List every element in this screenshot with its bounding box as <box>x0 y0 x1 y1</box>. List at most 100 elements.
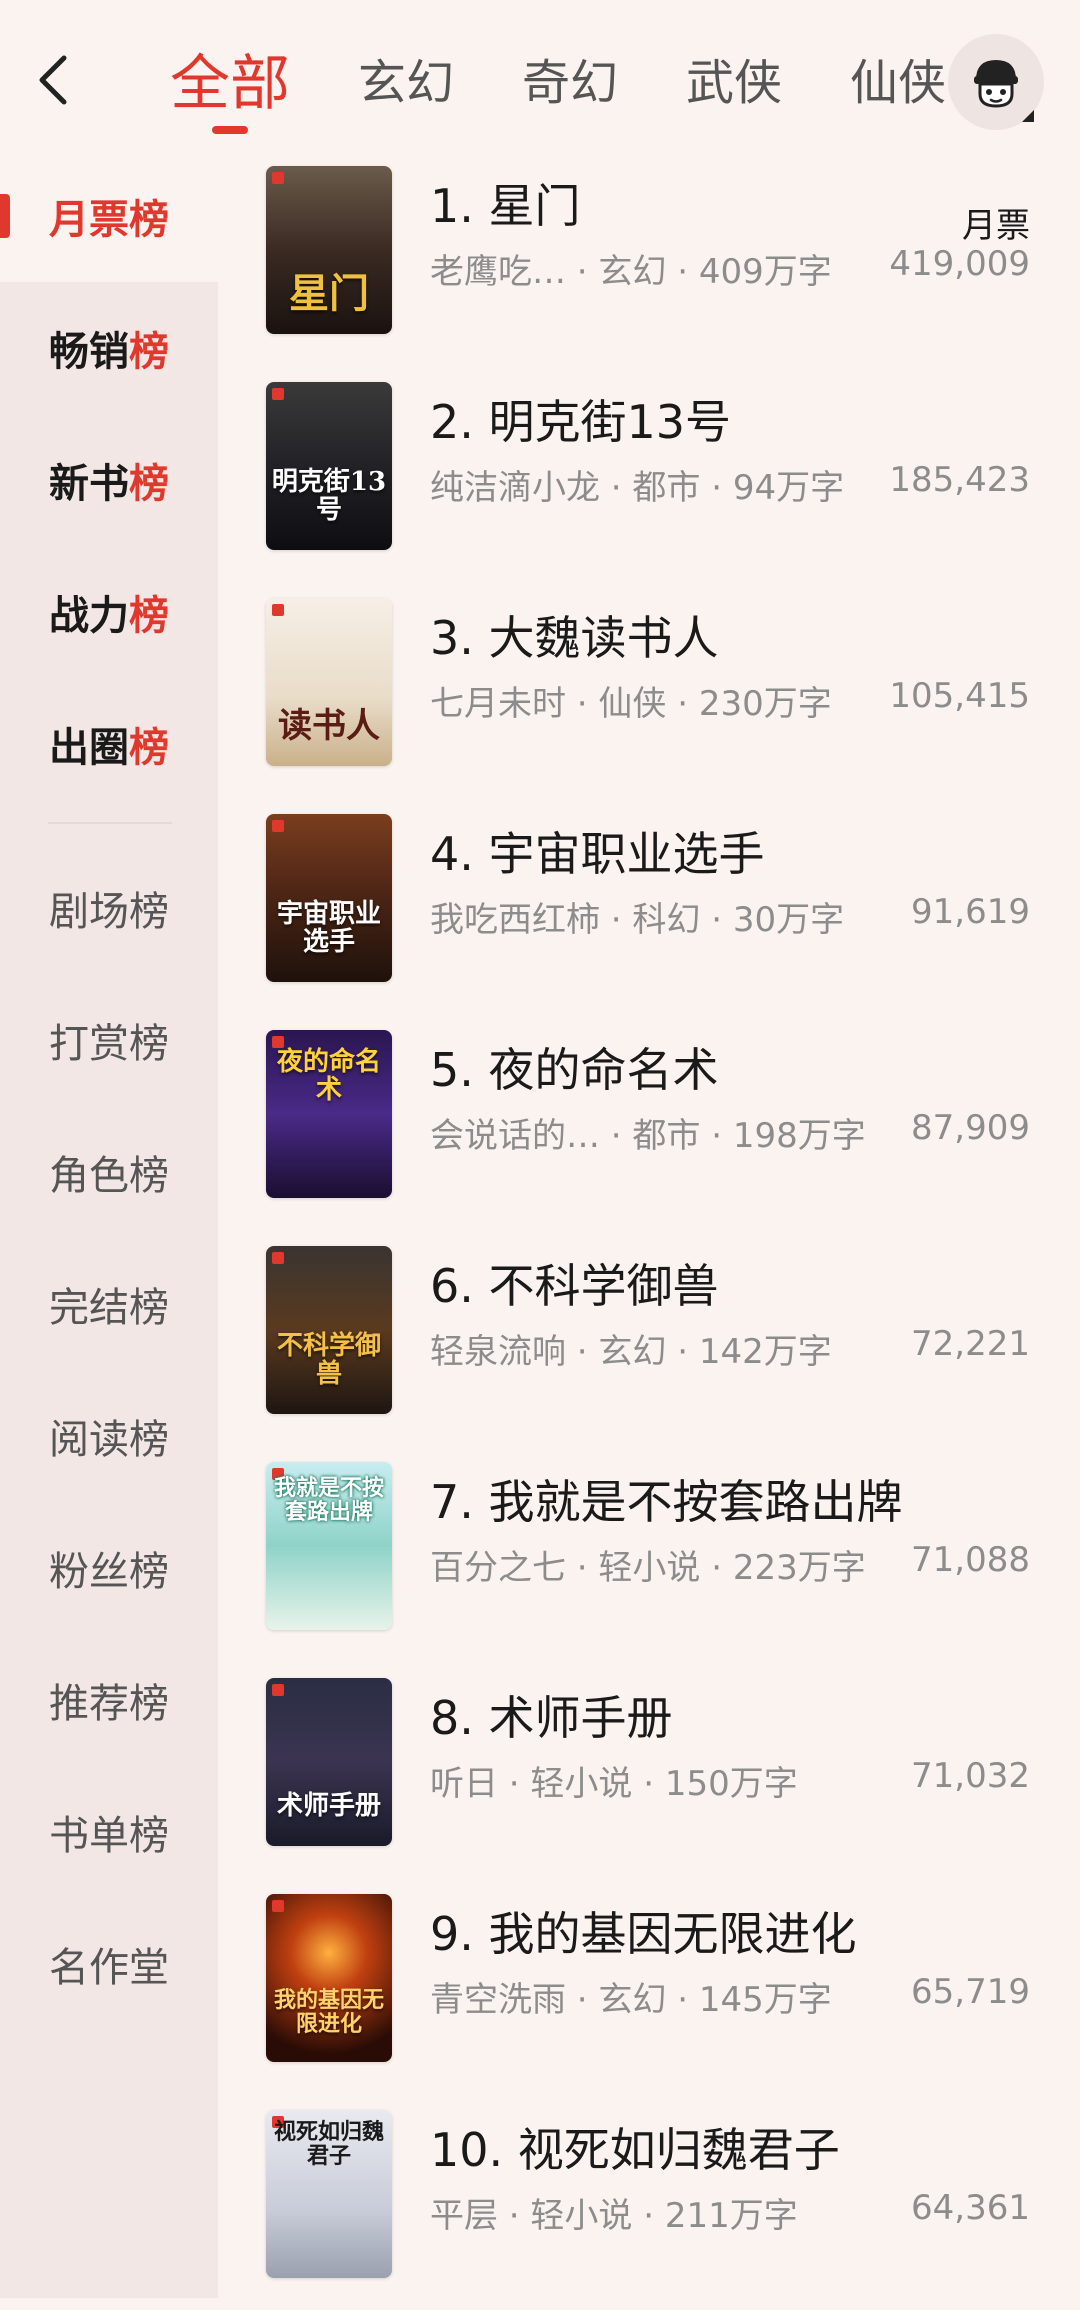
book-cover[interactable]: 术师手册 <box>266 1678 392 1846</box>
sidebar-item-label: 名作堂 <box>49 1945 169 1991</box>
book-row[interactable]: 宇宙职业选手 4. 宇宙职业选手 我吃西红柿 · 科幻 · 30万字 91,61… <box>218 798 1080 1014</box>
sidebar-item-suffix: 榜 <box>129 593 169 639</box>
ticket-count: 419,009 <box>889 244 1030 284</box>
book-title: 6. 不科学御兽 <box>430 1259 719 1313</box>
category-tabs: 全部 玄幻 奇幻 武侠 仙侠 <box>170 28 1014 128</box>
sidebar-item-label: 新书 <box>49 461 129 507</box>
book-cover[interactable]: 我就是不按套路出牌 <box>266 1462 392 1630</box>
cover-title: 我就是不按套路出牌 <box>273 1475 384 1525</box>
chevron-left-icon <box>39 55 67 105</box>
book-meta: 我吃西红柿 · 科幻 · 30万字 <box>430 900 845 940</box>
book-cover[interactable]: 夜的命名术 <box>266 1030 392 1198</box>
sidebar-item-recommend[interactable]: 推荐榜 <box>0 1634 218 1766</box>
sidebar-item-breakout[interactable]: 出圈榜 <box>0 678 218 810</box>
sidebar-item-new-books[interactable]: 新书榜 <box>0 414 218 546</box>
cover-title: 宇宙职业选手 <box>276 899 381 957</box>
ticket-count: 91,619 <box>911 892 1030 932</box>
sidebar-item-bestseller[interactable]: 畅销榜 <box>0 282 218 414</box>
sidebar-item-monthly-ticket[interactable]: 月票榜 <box>0 150 218 282</box>
avatar-button[interactable] <box>948 34 1044 130</box>
sidebar-item-suffix: 榜 <box>129 329 169 375</box>
ticket-count: 185,423 <box>889 460 1030 500</box>
book-cover[interactable]: 读书人 <box>266 598 392 766</box>
cover-title: 夜的命名术 <box>276 1047 381 1105</box>
brand-badge <box>272 388 284 400</box>
sidebar-item-characters[interactable]: 角色榜 <box>0 1106 218 1238</box>
sidebar-item-label: 推荐榜 <box>49 1681 169 1727</box>
sidebar-item-label: 畅销 <box>49 329 129 375</box>
ticket-count: 72,221 <box>911 1324 1030 1364</box>
book-cover[interactable]: 宇宙职业选手 <box>266 814 392 982</box>
sidebar-item-power[interactable]: 战力榜 <box>0 546 218 678</box>
sidebar-item-label: 粉丝榜 <box>49 1549 169 1595</box>
book-title: 10. 视死如归魏君子 <box>430 2123 840 2177</box>
mascot-avatar-icon <box>974 60 1018 108</box>
book-title: 1. 星门 <box>430 179 581 233</box>
book-cover[interactable]: 我的基因无限进化 <box>266 1894 392 2062</box>
tab-qihuan[interactable]: 奇幻 <box>522 28 618 128</box>
book-row[interactable]: 我的基因无限进化 9. 我的基因无限进化 青空洗雨 · 玄幻 · 145万字 6… <box>218 1878 1080 2094</box>
book-row[interactable]: 星门 1. 星门 月票 老鹰吃… · 玄幻 · 409万字 419,009 <box>218 150 1080 366</box>
sidebar-item-hall-of-fame[interactable]: 名作堂 <box>0 1898 218 2030</box>
brand-badge <box>272 1900 284 1912</box>
top-bar: 全部 玄幻 奇幻 武侠 仙侠 <box>0 0 1080 150</box>
book-row[interactable]: 术师手册 8. 术师手册 听日 · 轻小说 · 150万字 71,032 <box>218 1662 1080 1878</box>
sidebar-item-label: 战力 <box>49 593 129 639</box>
book-title: 4. 宇宙职业选手 <box>430 827 765 881</box>
cover-title: 读书人 <box>278 706 380 746</box>
book-title: 8. 术师手册 <box>430 1691 673 1745</box>
brand-badge <box>272 1252 284 1264</box>
sidebar-item-label: 月票榜 <box>49 197 169 243</box>
book-row[interactable]: 读书人 3. 大魏读书人 七月未时 · 仙侠 · 230万字 105,415 <box>218 582 1080 798</box>
sidebar-item-label: 角色榜 <box>49 1153 169 1199</box>
sidebar-item-label: 阅读榜 <box>49 1417 169 1463</box>
book-row[interactable]: 不科学御兽 6. 不科学御兽 轻泉流响 · 玄幻 · 142万字 72,221 <box>218 1230 1080 1446</box>
back-button[interactable] <box>22 40 82 120</box>
tab-all[interactable]: 全部 <box>170 28 290 128</box>
book-cover[interactable]: 星门 <box>266 166 392 334</box>
sidebar-item-reading[interactable]: 阅读榜 <box>0 1370 218 1502</box>
ticket-count: 65,719 <box>911 1972 1030 2012</box>
ticket-count: 87,909 <box>911 1108 1030 1148</box>
cover-title: 星门 <box>289 270 369 317</box>
sidebar-item-label: 打赏榜 <box>49 1021 169 1067</box>
tab-wuxia[interactable]: 武侠 <box>686 28 782 128</box>
ranking-sidebar: 月票榜 畅销榜 新书榜 战力榜 出圈榜 剧场榜 打赏榜 角色榜 完结榜 阅读榜 … <box>0 150 218 2298</box>
book-row[interactable]: 视死如归魏君子 10. 视死如归魏君子 平层 · 轻小说 · 211万字 64,… <box>218 2094 1080 2310</box>
book-title: 5. 夜的命名术 <box>430 1043 719 1097</box>
tab-xianxia[interactable]: 仙侠 <box>850 28 946 128</box>
book-cover[interactable]: 不科学御兽 <box>266 1246 392 1414</box>
sidebar-item-theater[interactable]: 剧场榜 <box>0 842 218 974</box>
book-meta: 纯洁滴小龙 · 都市 · 94万字 <box>430 468 845 508</box>
book-cover[interactable]: 明克街13号 <box>266 382 392 550</box>
tab-xuanhuan[interactable]: 玄幻 <box>358 28 454 128</box>
cover-title: 我的基因无限进化 <box>273 1987 384 2037</box>
brand-badge <box>272 172 284 184</box>
ticket-count: 71,088 <box>911 1540 1030 1580</box>
cover-title: 术师手册 <box>276 1791 381 1821</box>
sidebar-item-completed[interactable]: 完结榜 <box>0 1238 218 1370</box>
brand-badge <box>272 820 284 832</box>
book-row[interactable]: 我就是不按套路出牌 7. 我就是不按套路出牌 百分之七 · 轻小说 · 223万… <box>218 1446 1080 1662</box>
sidebar-item-label: 剧场榜 <box>49 889 169 935</box>
sidebar-item-suffix: 榜 <box>129 461 169 507</box>
sidebar-item-fans[interactable]: 粉丝榜 <box>0 1502 218 1634</box>
book-title: 7. 我就是不按套路出牌 <box>430 1475 903 1529</box>
book-row[interactable]: 夜的命名术 5. 夜的命名术 会说话的… · 都市 · 198万字 87,909 <box>218 1014 1080 1230</box>
brand-badge <box>272 604 284 616</box>
sidebar-item-label: 完结榜 <box>49 1285 169 1331</box>
brand-badge <box>272 1684 284 1696</box>
book-meta: 百分之七 · 轻小说 · 223万字 <box>430 1548 866 1588</box>
book-row[interactable]: 明克街13号 2. 明克街13号 纯洁滴小龙 · 都市 · 94万字 185,4… <box>218 366 1080 582</box>
book-meta: 老鹰吃… · 玄幻 · 409万字 <box>430 252 832 292</box>
sidebar-item-label: 书单榜 <box>49 1813 169 1859</box>
sidebar-item-tips[interactable]: 打赏榜 <box>0 974 218 1106</box>
monthly-ticket-header: 月票 <box>962 206 1030 246</box>
cover-title: 视死如归魏君子 <box>273 2119 384 2169</box>
sidebar-item-booklists[interactable]: 书单榜 <box>0 1766 218 1898</box>
book-cover[interactable]: 视死如归魏君子 <box>266 2110 392 2278</box>
book-title: 2. 明克街13号 <box>430 395 732 449</box>
book-meta: 平层 · 轻小说 · 211万字 <box>430 2196 798 2236</box>
ticket-count: 64,361 <box>911 2188 1030 2228</box>
book-meta: 听日 · 轻小说 · 150万字 <box>430 1764 798 1804</box>
